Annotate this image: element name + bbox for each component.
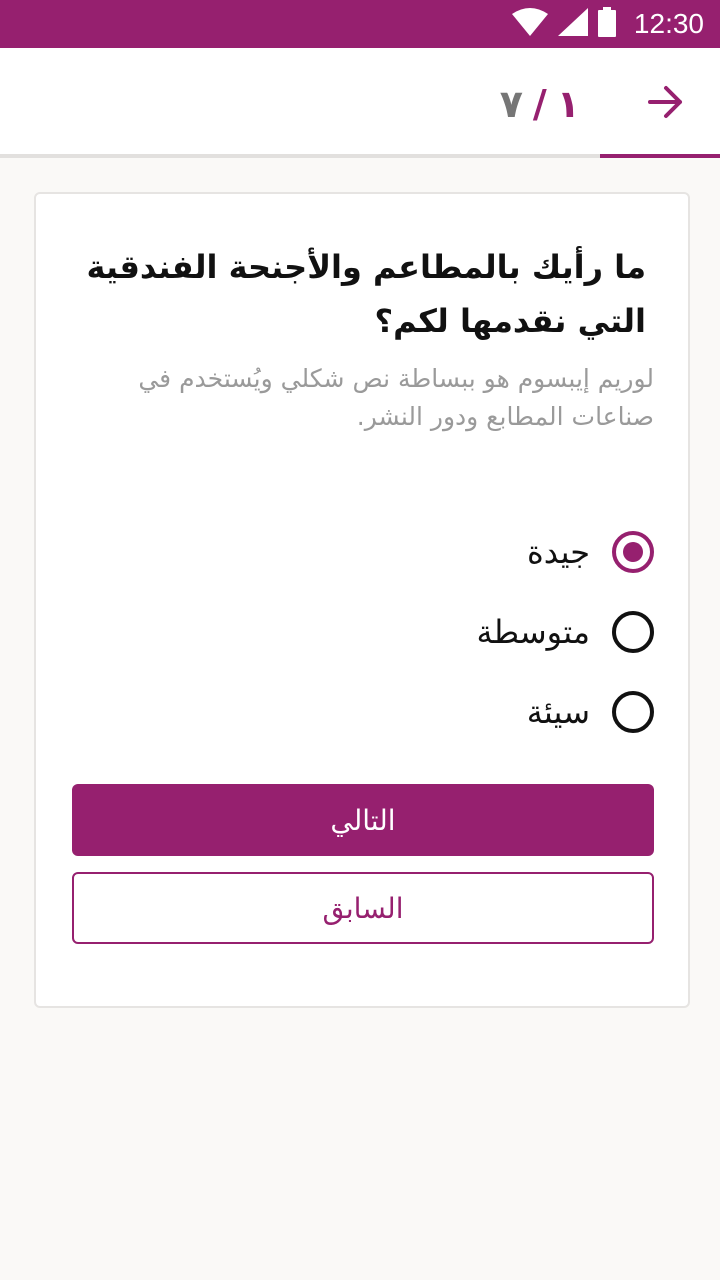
option-label: سيئة [526,693,590,731]
radio-unchecked-icon[interactable] [612,611,654,653]
option-average[interactable]: متوسطة [72,592,654,672]
wifi-icon [511,8,548,40]
survey-card: ما رأيك بالمطاعم والأجنحة الفندقية التي … [34,192,690,1008]
next-button[interactable]: التالي [72,784,654,856]
step-current: ١ [556,82,580,126]
option-good[interactable]: جيدة [72,512,654,592]
option-bad[interactable]: سيئة [72,672,654,752]
clock: 12:30 [633,8,704,39]
signal-icon [557,8,588,40]
step-counter: ٧ / ١ [500,78,580,130]
step-separator: / [532,82,547,126]
battery-icon [597,7,616,41]
option-label: متوسطة [476,613,590,651]
arrow-right-icon [646,84,686,124]
previous-button[interactable]: السابق [72,872,654,944]
radio-checked-icon[interactable] [612,531,654,573]
answer-options: جيدة متوسطة سيئة [72,512,654,752]
top-app-bar: ٧ / ١ [0,48,720,158]
back-button[interactable] [642,80,690,128]
progress-indicator [600,154,720,158]
option-label: جيدة [527,533,590,571]
status-bar: 12:30 [0,0,720,48]
step-total: ٧ [499,82,523,126]
question-description: لوريم إيبسوم هو ببساطة نص شكلي ويُستخدم … [138,364,654,431]
question-title: ما رأيك بالمطاعم والأجنحة الفندقية التي … [86,248,647,340]
radio-unchecked-icon[interactable] [612,691,654,733]
